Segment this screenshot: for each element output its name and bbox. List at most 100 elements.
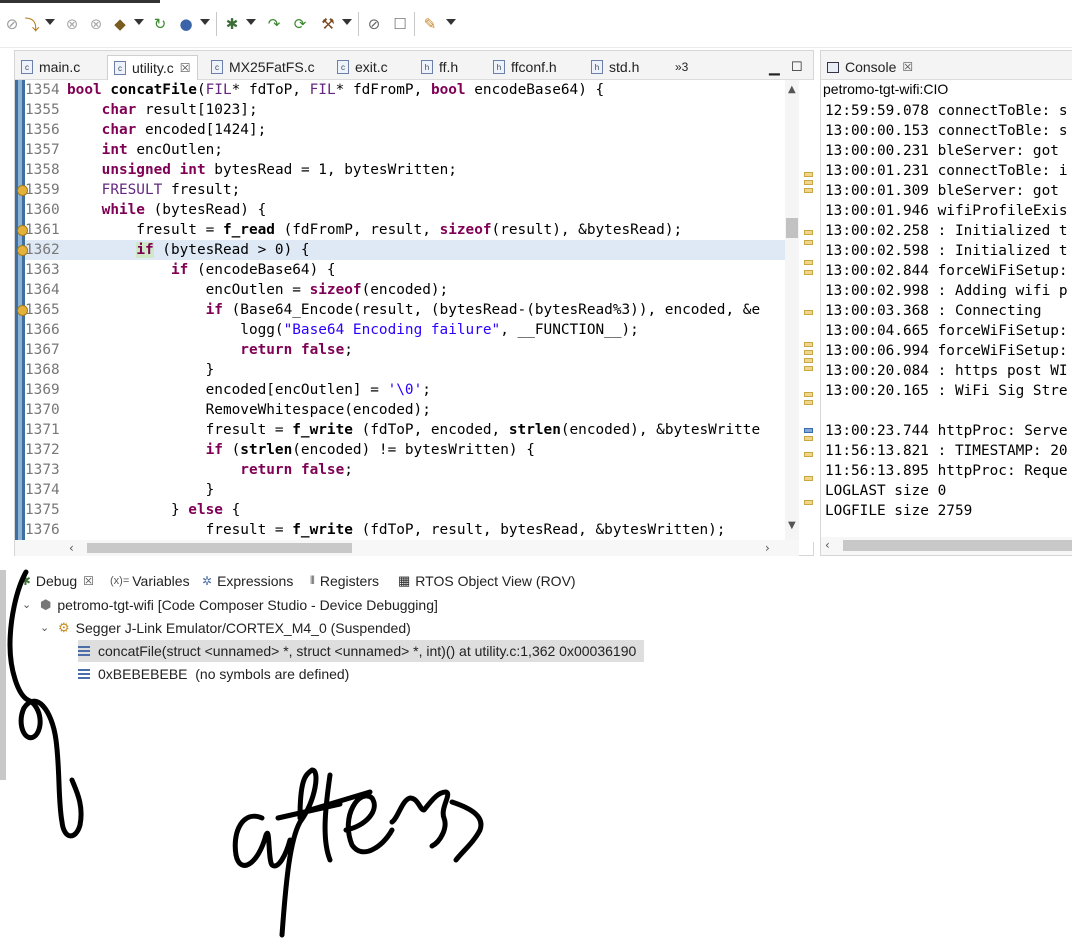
- code-line[interactable]: 1363 if (encodeBase64) {: [25, 260, 785, 280]
- code-line[interactable]: 1361 fresult = f_read (fdFromP, result, …: [25, 220, 785, 240]
- tree-item-emulator[interactable]: ⌄ ⚙ Segger J-Link Emulator/CORTEX_M4_0 (…: [40, 617, 411, 639]
- code-line[interactable]: 1358 unsigned int bytesRead = 1, bytesWr…: [25, 160, 785, 180]
- code-line[interactable]: 1359 FRESULT fresult;: [25, 180, 785, 200]
- console-icon[interactable]: ☐: [390, 14, 410, 34]
- code-line[interactable]: 1364 encOutlen = sizeof(encoded);: [25, 280, 785, 300]
- code-line[interactable]: 1376 fresult = f_write (fdToP, result, b…: [25, 520, 785, 540]
- code-line[interactable]: 1355 char result[1023];: [25, 100, 785, 120]
- code-line[interactable]: 1374 }: [25, 480, 785, 500]
- scroll-down-icon[interactable]: ▼: [788, 520, 796, 531]
- code-line[interactable]: 1360 while (bytesRead) {: [25, 200, 785, 220]
- close-icon[interactable]: ☒: [902, 60, 913, 74]
- editor-vertical-scrollbar[interactable]: ▲ ▼: [785, 80, 799, 542]
- tab-rtos-object-view[interactable]: ▦ RTOS Object View (ROV): [398, 570, 576, 592]
- code-line[interactable]: 1356 char encoded[1424];: [25, 120, 785, 140]
- annotation-marker[interactable]: [804, 310, 813, 315]
- annotation-marker[interactable]: [804, 392, 813, 397]
- maximize-icon[interactable]: ☐: [791, 55, 803, 79]
- code-line[interactable]: 1362 if (bytesRead > 0) {: [25, 240, 785, 260]
- annotation-marker[interactable]: [804, 436, 813, 441]
- reset-icon[interactable]: ●: [176, 14, 196, 34]
- skip-breakpoints-icon[interactable]: ⊘: [2, 14, 22, 34]
- tab-mx25fatfs-c[interactable]: c MX25FatFS.c: [211, 55, 315, 79]
- code-line[interactable]: 1370 RemoveWhitespace(encoded);: [25, 400, 785, 420]
- overview-ruler[interactable]: [801, 80, 815, 542]
- instruction-pointer-icon[interactable]: [17, 245, 28, 256]
- step-into-icon[interactable]: ↷: [264, 14, 284, 34]
- close-icon[interactable]: ☒: [83, 574, 94, 588]
- minimize-icon[interactable]: ▁: [769, 55, 780, 79]
- scroll-left-icon[interactable]: ‹: [69, 541, 74, 555]
- suspend-dropdown-icon[interactable]: [134, 19, 144, 25]
- scroll-right-icon[interactable]: ›: [765, 541, 770, 555]
- code-line[interactable]: 1368 }: [25, 360, 785, 380]
- left-splitter[interactable]: [0, 570, 6, 780]
- code-line[interactable]: 1375 } else {: [25, 500, 785, 520]
- annotation-marker[interactable]: [804, 500, 813, 505]
- debug-dropdown-icon[interactable]: [246, 19, 256, 25]
- annotation-marker[interactable]: [804, 240, 813, 245]
- code-text-area[interactable]: 1354 bool concatFile(FIL* fdToP, FIL* fdF…: [15, 80, 785, 540]
- editor-horizontal-scrollbar[interactable]: ‹ ›: [15, 540, 799, 556]
- chevron-down-icon[interactable]: ⌄: [40, 623, 50, 634]
- annotation-marker[interactable]: [804, 230, 813, 235]
- annotation-marker[interactable]: [804, 260, 813, 265]
- code-line[interactable]: 1366 logg("Base64 Encoding failure", __F…: [25, 320, 785, 340]
- annotation-marker[interactable]: [804, 180, 813, 185]
- stack-frame-selected[interactable]: concatFile(struct <unnamed> *, struct <u…: [78, 640, 645, 662]
- scroll-thumb[interactable]: [786, 218, 798, 238]
- tab-utility-c[interactable]: c utility.c ☒: [107, 55, 198, 80]
- resume-dropdown-icon[interactable]: [45, 19, 55, 25]
- step-over-icon[interactable]: ⟳: [290, 14, 310, 34]
- warning-icon[interactable]: [17, 185, 28, 196]
- disconnect-icon[interactable]: ⊗: [86, 14, 106, 34]
- warning-icon[interactable]: [17, 305, 28, 316]
- code-line[interactable]: 1369 encoded[encOutlen] = '\0';: [25, 380, 785, 400]
- code-line[interactable]: 1365 if (Base64_Encode(result, (bytesRea…: [25, 300, 785, 320]
- close-icon[interactable]: ☒: [180, 61, 191, 75]
- code-line[interactable]: 1373 return false;: [25, 460, 785, 480]
- chevron-down-icon[interactable]: ⌄: [22, 600, 32, 611]
- suspend-icon[interactable]: ◆: [110, 14, 130, 34]
- annotation-marker[interactable]: [804, 476, 813, 481]
- annotation-marker[interactable]: [804, 358, 813, 363]
- reset-dropdown-icon[interactable]: [200, 19, 210, 25]
- tab-overflow-button[interactable]: »3: [675, 55, 688, 79]
- code-line[interactable]: 1372 if (strlen(encoded) != bytesWritten…: [25, 440, 785, 460]
- terminate-icon[interactable]: ⊗: [62, 14, 82, 34]
- scroll-up-icon[interactable]: ▲: [788, 84, 796, 95]
- tree-item-project[interactable]: ⌄ ⬢ petromo-tgt-wifi [Code Composer Stud…: [22, 594, 438, 616]
- annotation-marker[interactable]: [804, 400, 813, 405]
- hammer-icon[interactable]: ⚒: [318, 14, 338, 34]
- pin-icon[interactable]: ✎: [420, 14, 440, 34]
- annotation-marker[interactable]: [804, 452, 813, 457]
- scroll-thumb[interactable]: [843, 540, 1072, 551]
- tab-console[interactable]: Console ☒: [827, 55, 913, 79]
- pin-dropdown-icon[interactable]: [446, 19, 456, 25]
- scroll-left-icon[interactable]: ‹: [825, 538, 830, 552]
- tab-std-h[interactable]: h std.h: [591, 55, 639, 79]
- debug-icon[interactable]: ✱: [222, 14, 242, 34]
- tab-ffconf-h[interactable]: h ffconf.h: [493, 55, 557, 79]
- stack-frame[interactable]: 0xBEBEBEBE (no symbols are defined): [78, 663, 349, 685]
- annotation-marker[interactable]: [804, 188, 813, 193]
- annotation-marker[interactable]: [804, 172, 813, 177]
- annotation-marker[interactable]: [804, 270, 813, 275]
- build-dropdown-icon[interactable]: [342, 19, 352, 25]
- code-line[interactable]: 1367 return false;: [25, 340, 785, 360]
- annotation-marker[interactable]: [804, 366, 813, 371]
- scroll-thumb[interactable]: [87, 543, 352, 553]
- console-horizontal-scrollbar[interactable]: ‹: [821, 537, 1072, 555]
- tab-ff-h[interactable]: h ff.h: [421, 55, 458, 79]
- tab-exit-c[interactable]: c exit.c: [337, 55, 388, 79]
- code-line[interactable]: 1371 fresult = f_write (fdToP, encoded, …: [25, 420, 785, 440]
- annotation-marker[interactable]: [804, 350, 813, 355]
- restart-icon[interactable]: ↻: [150, 14, 170, 34]
- annotation-marker[interactable]: [804, 342, 813, 347]
- resume-icon[interactable]: ⤵: [22, 14, 42, 34]
- tab-main-c[interactable]: c main.c: [21, 55, 80, 79]
- code-line[interactable]: 1357 int encOutlen;: [25, 140, 785, 160]
- tab-registers[interactable]: ⦀ Registers: [310, 570, 379, 592]
- tab-expressions[interactable]: ✲ Expressions: [202, 570, 293, 592]
- tab-variables[interactable]: (x)= Variables: [110, 570, 190, 592]
